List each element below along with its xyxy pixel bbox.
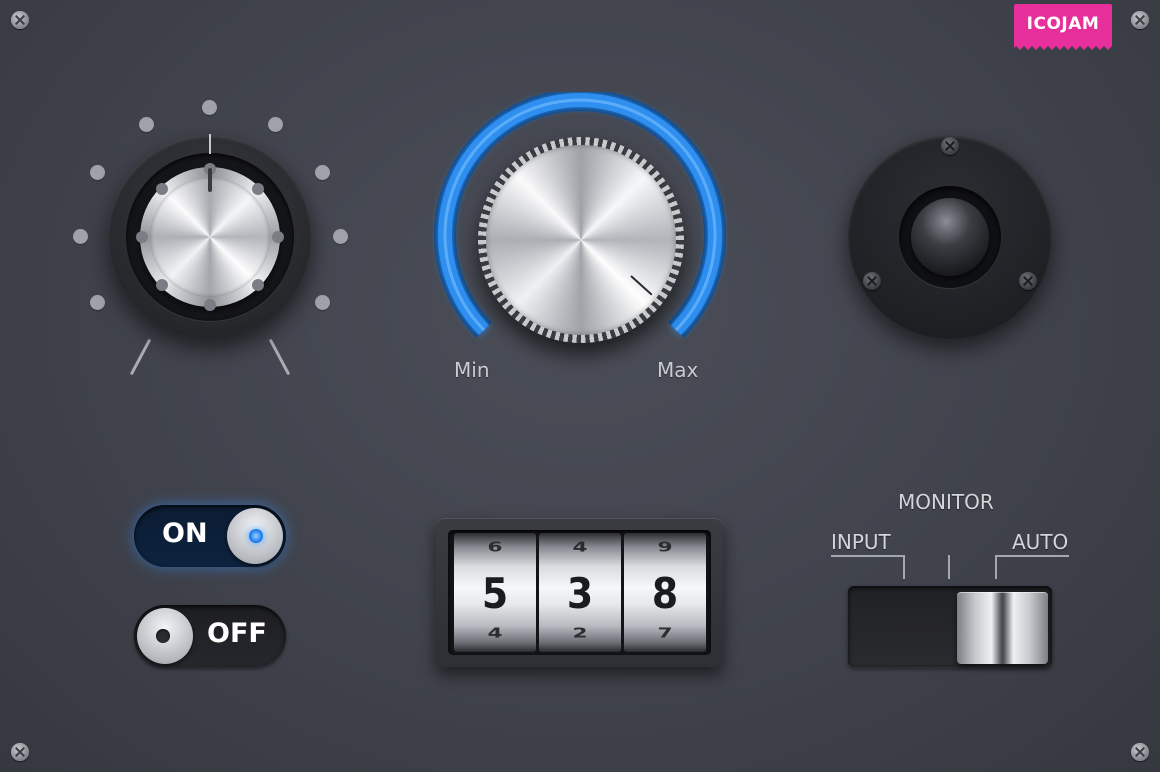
knob-scale-dot: [90, 165, 105, 180]
drum-digit-below: 2: [572, 625, 588, 641]
speaker-screw-icon: [1019, 272, 1037, 290]
monitor-input-bracket: [831, 555, 905, 579]
speaker-screw-icon: [941, 137, 959, 155]
knob-scale-dot: [268, 117, 283, 132]
knob-top-marker: [209, 134, 211, 154]
monitor-center-tick: [948, 555, 950, 579]
drum-digit-above: 9: [657, 539, 673, 555]
drum-digit-above: 6: [487, 539, 503, 555]
volume-knob-face: [486, 145, 676, 335]
drum-digit-above: 4: [572, 539, 588, 555]
logo-zigzag-edge: [1014, 44, 1112, 50]
drum-digit: 5: [481, 569, 509, 618]
speaker-screw-icon: [863, 272, 881, 290]
monitor-input-label: INPUT: [831, 530, 891, 554]
volume-max-label: Max: [657, 358, 699, 382]
on-indicator-led: [249, 529, 263, 543]
knob-scale-dot: [315, 165, 330, 180]
monitor-title: MONITOR: [898, 490, 994, 514]
knob-scale-dot: [315, 295, 330, 310]
knob-scale-dot: [333, 229, 348, 244]
rotary-knob-face: [150, 177, 270, 297]
monitor-auto-bracket: [995, 555, 1069, 579]
on-toggle[interactable]: ON: [134, 505, 286, 567]
knob-scale-dot: [139, 117, 154, 132]
counter-drum[interactable]: 6 5 4: [454, 533, 536, 652]
corner-screw-icon: [1131, 11, 1149, 29]
knob-scale-dot: [73, 229, 88, 244]
speaker-dome: [911, 198, 989, 276]
corner-screw-icon: [11, 11, 29, 29]
knob-scale-tick: [129, 338, 152, 376]
drum-digit: 3: [566, 569, 594, 618]
brand-logo-text: ICOJAM: [1026, 14, 1100, 34]
corner-screw-icon: [11, 743, 29, 761]
knob-scale-dot: [90, 295, 105, 310]
knob-scale-tick: [268, 338, 291, 376]
drum-digit: 8: [651, 569, 679, 618]
monitor-auto-label: AUTO: [1012, 530, 1069, 554]
volume-min-label: Min: [454, 358, 490, 382]
off-toggle-label: OFF: [207, 618, 267, 649]
counter-drum[interactable]: 9 8 7: [624, 533, 706, 652]
brand-logo: ICOJAM: [1014, 4, 1112, 44]
knob-scale-dot: [202, 100, 217, 115]
knob-indicator: [208, 168, 212, 192]
on-toggle-label: ON: [162, 518, 208, 549]
off-indicator-led: [156, 629, 170, 643]
drum-digit-below: 7: [657, 625, 673, 641]
monitor-switch-handle[interactable]: [957, 592, 1048, 664]
corner-screw-icon: [1131, 743, 1149, 761]
drum-digit-below: 4: [487, 625, 503, 641]
counter-drum[interactable]: 4 3 2: [539, 533, 621, 652]
